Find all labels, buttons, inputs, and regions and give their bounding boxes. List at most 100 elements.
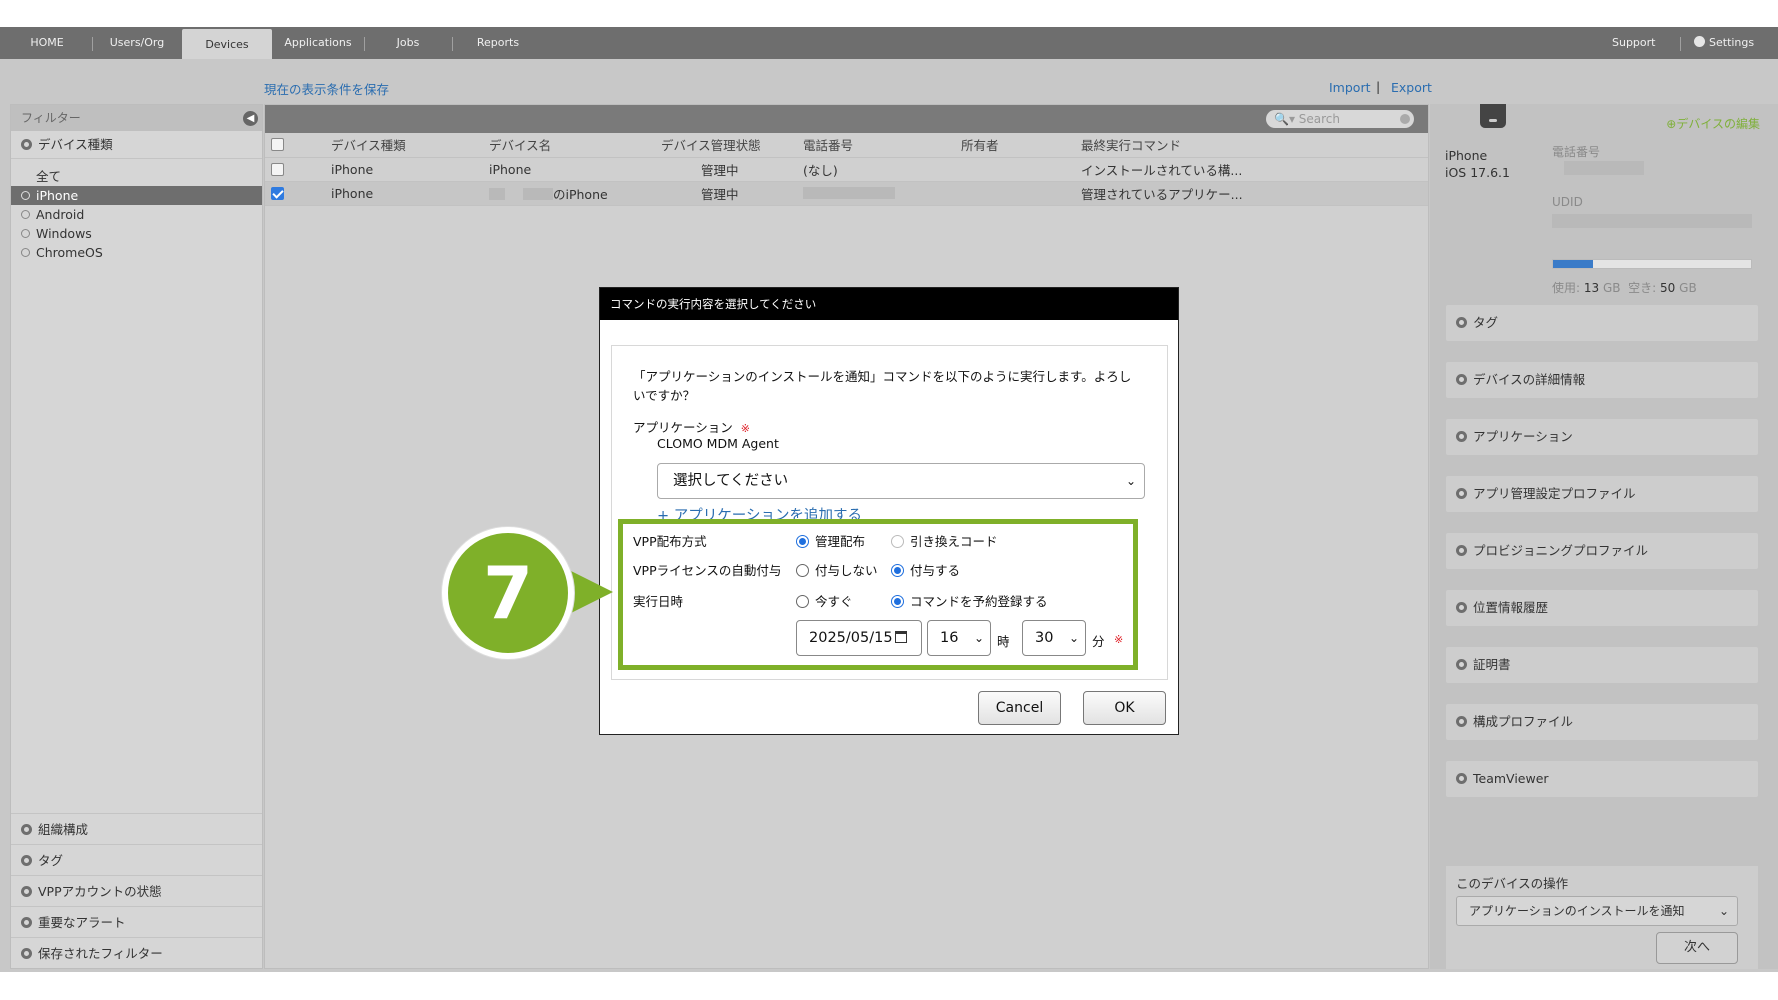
toggle-icon: [1456, 602, 1467, 613]
required-mark: ※: [740, 422, 750, 435]
support-link[interactable]: Support: [1612, 27, 1655, 59]
next-button[interactable]: 次へ: [1656, 932, 1738, 964]
section-label: デバイスの詳細情報: [1473, 372, 1586, 387]
top-navigation: HOME Users/Org Devices Applications Jobs…: [0, 27, 1778, 59]
filter-title: フィルター: [21, 111, 81, 125]
section-device-details[interactable]: デバイスの詳細情報: [1446, 362, 1758, 398]
section-label: VPPアカウントの状態: [38, 884, 162, 899]
section-provisioning-profiles[interactable]: プロビジョニングプロファイル: [1446, 533, 1758, 569]
col-header[interactable]: デバイス管理状態: [661, 133, 803, 158]
application-select-value: 選択してください: [673, 473, 789, 489]
search-input[interactable]: 🔍▾ Search: [1266, 110, 1414, 128]
phone-label: 電話番号: [1552, 145, 1601, 159]
edit-device-link[interactable]: ⊕デバイスの編集: [1666, 115, 1760, 132]
ok-button[interactable]: OK: [1083, 691, 1166, 725]
cell-last-command: 管理されているアプリケー...: [1081, 181, 1428, 206]
toggle-icon: [1456, 317, 1467, 328]
radio-icon: [21, 191, 30, 200]
os-version: iOS 17.6.1: [1445, 165, 1510, 180]
section-label: タグ: [38, 853, 64, 868]
used-value: 13: [1583, 281, 1600, 295]
cell-last-command: インストールされている構...: [1081, 157, 1428, 182]
col-header[interactable]: 所有者: [961, 133, 1081, 158]
search-placeholder: Search: [1298, 112, 1341, 126]
device-type-header[interactable]: デバイス種類: [11, 131, 262, 159]
toggle-icon: [1456, 488, 1467, 499]
storage-bar: [1552, 259, 1752, 269]
section-alerts[interactable]: 重要なアラート: [11, 906, 262, 937]
storage-used-fill: [1553, 260, 1593, 268]
section-tags[interactable]: タグ: [1446, 305, 1758, 341]
toggle-icon: [1456, 374, 1467, 385]
section-label: 証明書: [1473, 657, 1511, 672]
free-unit: GB: [1679, 281, 1697, 295]
redacted-text: [489, 187, 505, 200]
table-header: デバイス種類 デバイス名 デバイス管理状態 電話番号 所有者 最終実行コマンド: [265, 133, 1428, 158]
toggle-icon: [21, 886, 32, 897]
toggle-icon: [21, 917, 32, 928]
table-row[interactable]: iPhone のiPhone 管理中 管理されているアプリケー...: [265, 181, 1428, 206]
application-select[interactable]: 選択してください ⌄: [657, 463, 1145, 499]
row-checkbox-cell: [265, 181, 331, 206]
chevron-down-icon: ⌄: [1125, 474, 1136, 488]
export-link[interactable]: Export: [1391, 80, 1432, 95]
nav-separator: [92, 37, 93, 51]
device-model: iPhone: [1445, 148, 1488, 163]
section-location-history[interactable]: 位置情報履歴: [1446, 590, 1758, 626]
col-header[interactable]: デバイス種類: [331, 133, 489, 158]
section-applications[interactable]: アプリケーション: [1446, 419, 1758, 455]
col-header[interactable]: デバイス名: [489, 133, 661, 158]
device-type-windows[interactable]: Windows: [11, 224, 262, 243]
table-row[interactable]: iPhone iPhone 管理中 (なし) インストールされている構...: [265, 157, 1428, 182]
section-label: タグ: [1473, 315, 1499, 330]
operations-title: このデバイスの操作: [1456, 876, 1569, 891]
save-filter-link[interactable]: 現在の表示条件を保存: [264, 79, 389, 98]
col-header[interactable]: 電話番号: [803, 133, 961, 158]
row-checkbox-cell: [265, 157, 331, 182]
dialog-message-line1: 「アプリケーションのインストールを通知」コマンドを以下のように実行します。よろし: [633, 369, 1132, 384]
section-label: プロビジョニングプロファイル: [1473, 543, 1649, 558]
section-config-profiles[interactable]: 構成プロファイル: [1446, 704, 1758, 740]
tab-jobs[interactable]: Jobs: [370, 27, 446, 59]
section-certificates[interactable]: 証明書: [1446, 647, 1758, 683]
nav-separator: [364, 37, 365, 51]
section-app-config-profiles[interactable]: アプリ管理設定プロファイル: [1446, 476, 1758, 512]
section-org[interactable]: 組織構成: [11, 813, 262, 844]
section-vpp-account[interactable]: VPPアカウントの状態: [11, 875, 262, 906]
section-tag[interactable]: タグ: [11, 844, 262, 875]
tab-home[interactable]: HOME: [12, 27, 82, 59]
device-type-chromeos[interactable]: ChromeOS: [11, 243, 262, 262]
operation-select[interactable]: アプリケーションのインストールを通知 ⌄: [1456, 896, 1738, 926]
select-all-cell: [265, 133, 331, 158]
step-callout: 7: [442, 527, 574, 659]
cancel-button[interactable]: Cancel: [978, 691, 1061, 725]
tab-users-org[interactable]: Users/Org: [100, 27, 174, 59]
redacted-text: [803, 186, 895, 199]
device-type-iphone[interactable]: iPhone: [11, 186, 262, 205]
link-divider: |: [1376, 79, 1381, 94]
toggle-icon: [1456, 773, 1467, 784]
chevron-down-icon: ⌄: [1718, 904, 1729, 918]
tab-applications[interactable]: Applications: [278, 27, 358, 59]
row-checkbox[interactable]: [271, 162, 284, 176]
collapse-panel-icon[interactable]: ◀: [243, 111, 258, 126]
cell-status: 管理中: [661, 181, 803, 206]
application-label-text: アプリケーション: [633, 420, 733, 435]
section-label: 重要なアラート: [38, 915, 126, 930]
select-all-checkbox[interactable]: [271, 138, 284, 152]
row-checkbox[interactable]: [271, 186, 284, 200]
tab-devices[interactable]: Devices: [182, 29, 272, 59]
col-header[interactable]: 最終実行コマンド: [1081, 133, 1428, 158]
application-label: アプリケーション ※: [633, 417, 750, 436]
clear-search-icon[interactable]: [1400, 114, 1410, 124]
import-link[interactable]: Import: [1329, 80, 1371, 95]
settings-link[interactable]: Settings: [1694, 27, 1754, 59]
section-teamviewer[interactable]: TeamViewer: [1446, 761, 1758, 797]
device-type-all[interactable]: 全て: [11, 167, 262, 186]
toggle-icon: [21, 948, 32, 959]
tab-reports[interactable]: Reports: [460, 27, 536, 59]
device-type-android[interactable]: Android: [11, 205, 262, 224]
edit-device-label: デバイスの編集: [1676, 117, 1760, 131]
section-saved-filters[interactable]: 保存されたフィルター: [11, 937, 262, 968]
